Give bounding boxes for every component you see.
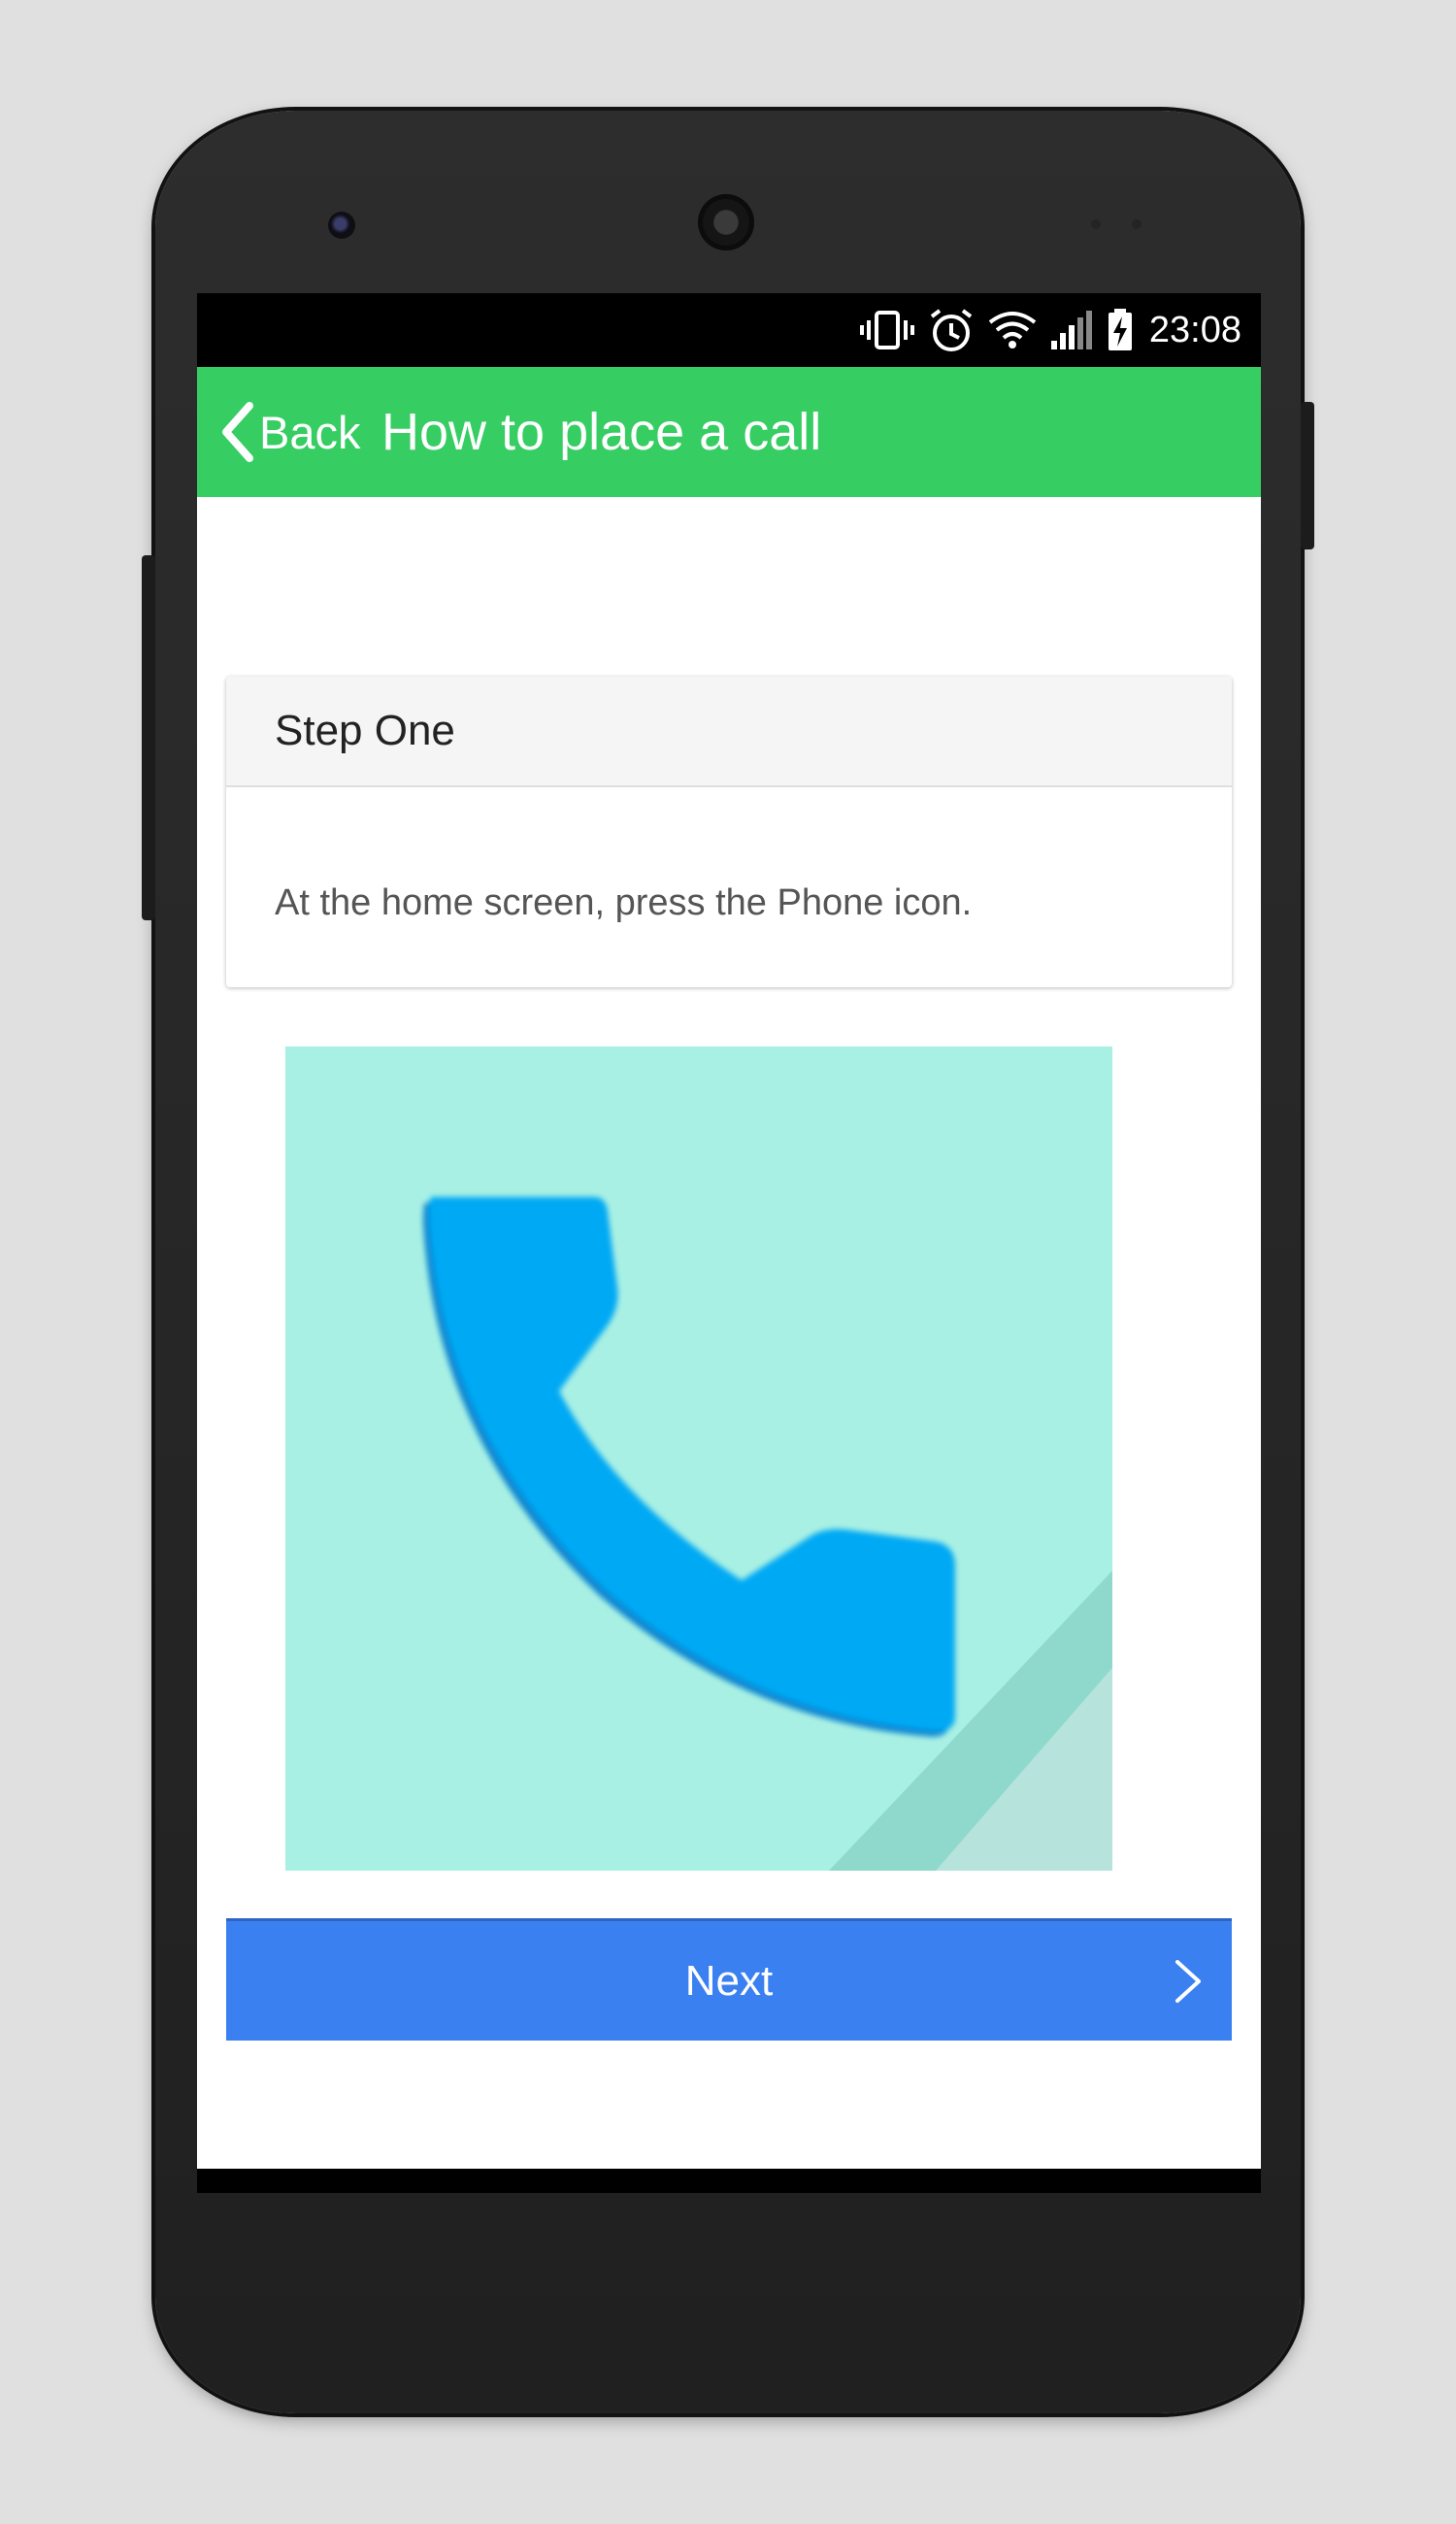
step-description: At the home screen, press the Phone icon… [275, 882, 973, 923]
navigation-bar [197, 2169, 1261, 2193]
phone-device: 23:08 Back How to place a call Step One … [142, 111, 1314, 2413]
vibrate-icon [859, 311, 914, 349]
step-card: Step One At the home screen, press the P… [226, 677, 1232, 987]
back-button[interactable]: Back [218, 367, 361, 497]
step-title: Step One [226, 677, 1232, 787]
phone-icon-illustration [285, 1046, 1112, 1871]
alarm-icon [930, 309, 973, 351]
signal-icon [1050, 311, 1092, 349]
nav-back-button[interactable] [391, 2169, 498, 2193]
nav-home-button[interactable] [676, 2169, 782, 2193]
chevron-left-icon [222, 402, 253, 462]
wifi-icon [988, 312, 1037, 349]
earpiece-speaker [698, 194, 754, 250]
back-label: Back [259, 406, 361, 458]
proximity-sensor [1091, 219, 1101, 229]
nav-recents-button[interactable] [959, 2169, 1066, 2193]
front-camera [328, 212, 355, 239]
battery-charging-icon [1108, 309, 1132, 350]
status-bar: 23:08 [197, 293, 1261, 367]
toolbar: Back How to place a call [197, 367, 1261, 497]
screen: 23:08 Back How to place a call Step One … [197, 293, 1261, 2193]
volume-button [1301, 402, 1314, 549]
chevron-right-icon [1175, 1960, 1201, 2003]
status-icons: 23:08 [859, 293, 1241, 367]
status-time: 23:08 [1148, 309, 1241, 350]
next-button-label: Next [684, 1957, 774, 2005]
page-title: How to place a call [381, 403, 822, 461]
power-button [142, 555, 155, 920]
next-button[interactable]: Next [226, 1918, 1232, 2041]
light-sensor [1132, 219, 1142, 229]
